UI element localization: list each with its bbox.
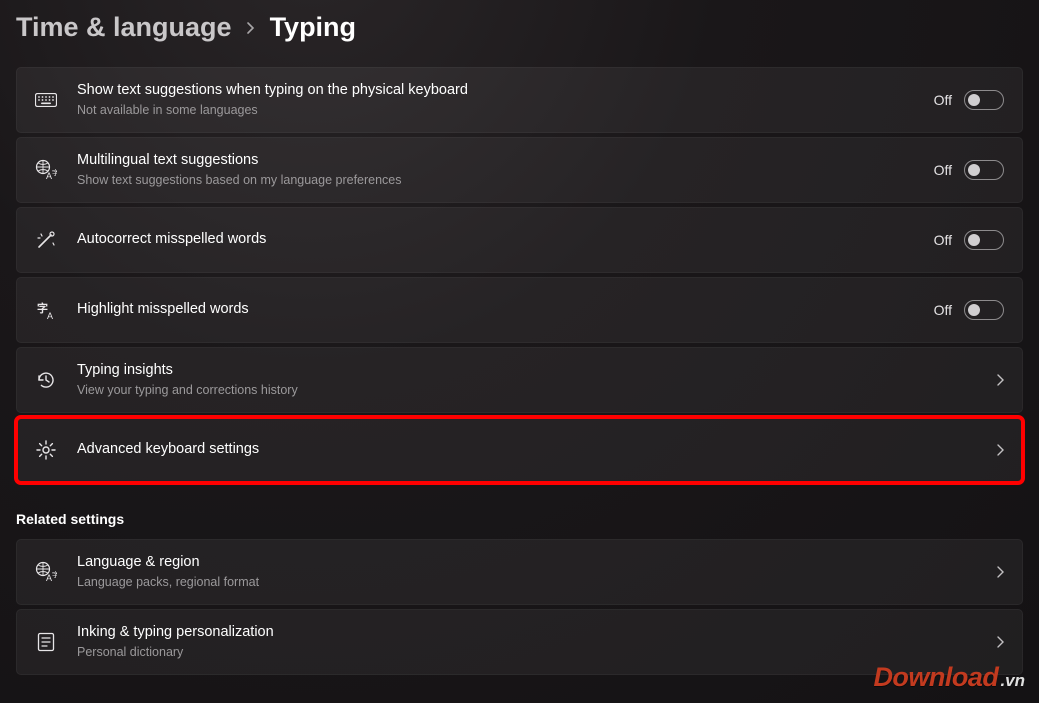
svg-text:字: 字 [52, 570, 57, 579]
related-settings-heading: Related settings [16, 511, 1023, 527]
wand-icon [35, 229, 57, 251]
setting-multilingual-suggestions: A字 Multilingual text suggestions Show te… [16, 137, 1023, 203]
setting-title: Multilingual text suggestions [77, 151, 914, 171]
related-language-region[interactable]: A字 Language & region Language packs, reg… [16, 539, 1023, 605]
toggle-state-label: Off [934, 302, 952, 318]
spellcheck-icon: 字A [35, 299, 57, 321]
dictionary-icon [35, 631, 57, 653]
related-inking-typing-personalization[interactable]: Inking & typing personalization Personal… [16, 609, 1023, 675]
setting-title: Inking & typing personalization [77, 623, 976, 643]
chevron-right-icon [246, 21, 256, 35]
toggle-state-label: Off [934, 232, 952, 248]
gear-icon [35, 439, 57, 461]
setting-title: Typing insights [77, 361, 976, 381]
related-settings-list: A字 Language & region Language packs, reg… [16, 539, 1023, 675]
setting-subtitle: View your typing and corrections history [77, 382, 976, 399]
toggle-state-label: Off [934, 162, 952, 178]
svg-text:字: 字 [52, 168, 57, 177]
chevron-right-icon [996, 566, 1004, 578]
setting-subtitle: Personal dictionary [77, 644, 976, 661]
setting-subtitle: Language packs, regional format [77, 574, 976, 591]
setting-typing-insights[interactable]: Typing insights View your typing and cor… [16, 347, 1023, 413]
breadcrumb: Time & language Typing [16, 12, 1023, 43]
toggle-switch[interactable] [964, 230, 1004, 250]
setting-title: Language & region [77, 553, 976, 573]
toggle-switch[interactable] [964, 90, 1004, 110]
setting-advanced-keyboard[interactable]: Advanced keyboard settings [16, 417, 1023, 483]
chevron-right-icon [996, 374, 1004, 386]
toggle-switch[interactable] [964, 160, 1004, 180]
setting-title: Autocorrect misspelled words [77, 230, 914, 250]
svg-text:A: A [47, 311, 53, 321]
breadcrumb-parent[interactable]: Time & language [16, 12, 232, 43]
setting-highlight-misspelled: 字A Highlight misspelled words Off [16, 277, 1023, 343]
setting-subtitle: Show text suggestions based on my langua… [77, 172, 914, 189]
setting-subtitle: Not available in some languages [77, 102, 914, 119]
keyboard-icon [35, 89, 57, 111]
toggle-state-label: Off [934, 92, 952, 108]
settings-list: Show text suggestions when typing on the… [16, 67, 1023, 483]
chevron-right-icon [996, 444, 1004, 456]
chevron-right-icon [996, 636, 1004, 648]
setting-title: Highlight misspelled words [77, 300, 914, 320]
toggle-switch[interactable] [964, 300, 1004, 320]
setting-title: Advanced keyboard settings [77, 440, 976, 460]
setting-title: Show text suggestions when typing on the… [77, 81, 914, 101]
setting-autocorrect: Autocorrect misspelled words Off [16, 207, 1023, 273]
setting-physical-keyboard-suggestions: Show text suggestions when typing on the… [16, 67, 1023, 133]
globe-language-icon: A字 [35, 159, 57, 181]
page-title: Typing [270, 12, 356, 43]
globe-language-icon: A字 [35, 561, 57, 583]
history-icon [35, 369, 57, 391]
